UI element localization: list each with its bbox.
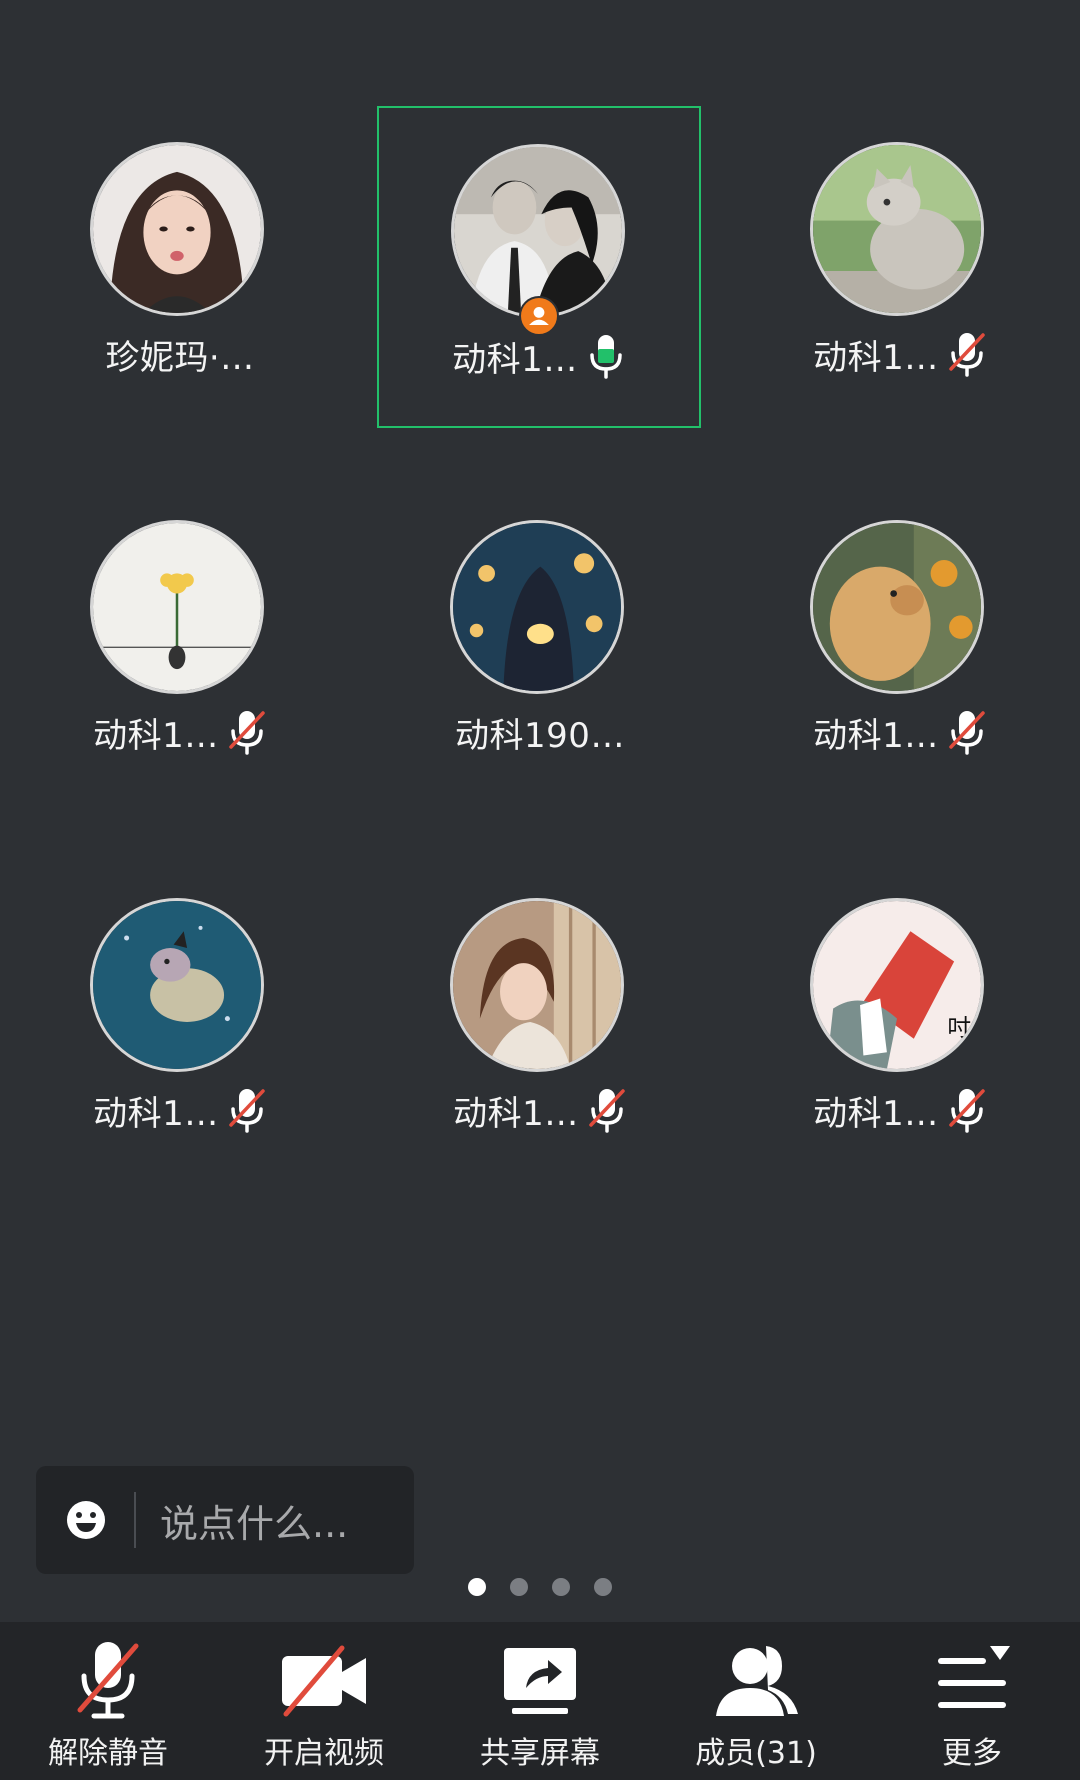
mic-muted-icon [947,331,987,377]
more-label: 更多 [942,1736,1002,1771]
participant-tile[interactable]: 动科1… [378,862,702,1184]
mic-muted-icon [227,1087,267,1133]
participant-name: 动科1… [93,715,219,756]
participant-name: 动科1… [813,337,939,378]
participant-name: 珍妮玛·… [105,337,255,378]
name-row: 珍妮玛·… [18,328,342,380]
participant-tile[interactable]: 动科1… [738,106,1062,428]
anime-lanterns-avatar [450,520,624,694]
snack-bag-cartoon-avatar: 吋 [810,898,984,1072]
chat-divider [134,1492,136,1548]
participant-name: 动科1… [93,1093,219,1134]
cartoon-hamster-avatar [90,898,264,1072]
name-row: 动科1… [18,1084,342,1136]
couple-bw-photo-avatar [451,144,625,318]
share-screen-label: 共享屏幕 [480,1736,600,1771]
members-icon [708,1638,804,1722]
unmute-label: 解除静音 [48,1736,168,1771]
page-indicator [0,1578,1080,1596]
participant-name: 动科190… [455,715,625,756]
more-button[interactable]: 更多 [864,1622,1080,1780]
participant-name: 动科1… [452,339,578,380]
share-screen-icon [492,1638,588,1722]
name-row: 动科1… [738,706,1062,758]
name-row: 动科1… [18,706,342,758]
name-row: 动科190… [378,706,702,758]
name-row: 动科1… [738,328,1062,380]
girl-portrait-avatar [90,142,264,316]
girl-window-avatar [450,898,624,1072]
start-video-label: 开启视频 [264,1736,384,1771]
mic-muted-icon [227,709,267,755]
page-dot[interactable] [552,1578,570,1596]
participant-name: 动科1… [813,715,939,756]
page-dot-current[interactable] [468,1578,486,1596]
share-screen-button[interactable]: 共享屏幕 [432,1622,648,1780]
puppy-photo-avatar [810,520,984,694]
more-menu-icon [924,1638,1020,1722]
members-label: 成员(31) [695,1736,817,1771]
video-off-icon [276,1638,372,1722]
participant-grid: 珍妮玛·… 动科1… 动科1… 动科1… 动科190… 动科1… 动科1… 动科… [0,0,1080,1200]
unmute-button[interactable]: 解除静音 [0,1622,216,1780]
chat-placeholder[interactable]: 说点什么... [160,1493,348,1548]
bottom-toolbar: 解除静音 开启视频 共享屏幕 成员(31) 更多 [0,1622,1080,1780]
participant-tile[interactable]: 动科1… [18,484,342,806]
mic-on-icon [586,333,626,379]
name-row: 动科1… [379,330,699,382]
members-button[interactable]: 成员(31) [648,1622,864,1780]
participant-tile[interactable]: 动科1… [18,862,342,1184]
name-row: 动科1… [378,1084,702,1136]
page-dot[interactable] [510,1578,528,1596]
participant-tile[interactable]: 珍妮玛·… [18,106,342,428]
flower-sketch-avatar [90,520,264,694]
mic-muted-icon [947,709,987,755]
participant-tile[interactable]: 动科190… [378,484,702,806]
emoji-icon[interactable] [64,1498,108,1542]
participant-name: 动科1… [453,1093,579,1134]
name-row: 动科1… [738,1084,1062,1136]
participant-tile-active-speaker[interactable]: 动科1… [377,106,701,428]
page-dot[interactable] [594,1578,612,1596]
cat-photo-avatar [810,142,984,316]
chat-input[interactable]: 说点什么... [36,1466,414,1574]
mic-muted-icon [947,1087,987,1133]
participant-tile[interactable]: 动科1… [738,484,1062,806]
mic-muted-icon [60,1638,156,1722]
participant-name: 动科1… [813,1093,939,1134]
mic-muted-icon [587,1087,627,1133]
start-video-button[interactable]: 开启视频 [216,1622,432,1780]
participant-tile[interactable]: 吋 动科1… [738,862,1062,1184]
svg-text:吋: 吋 [947,1013,971,1041]
